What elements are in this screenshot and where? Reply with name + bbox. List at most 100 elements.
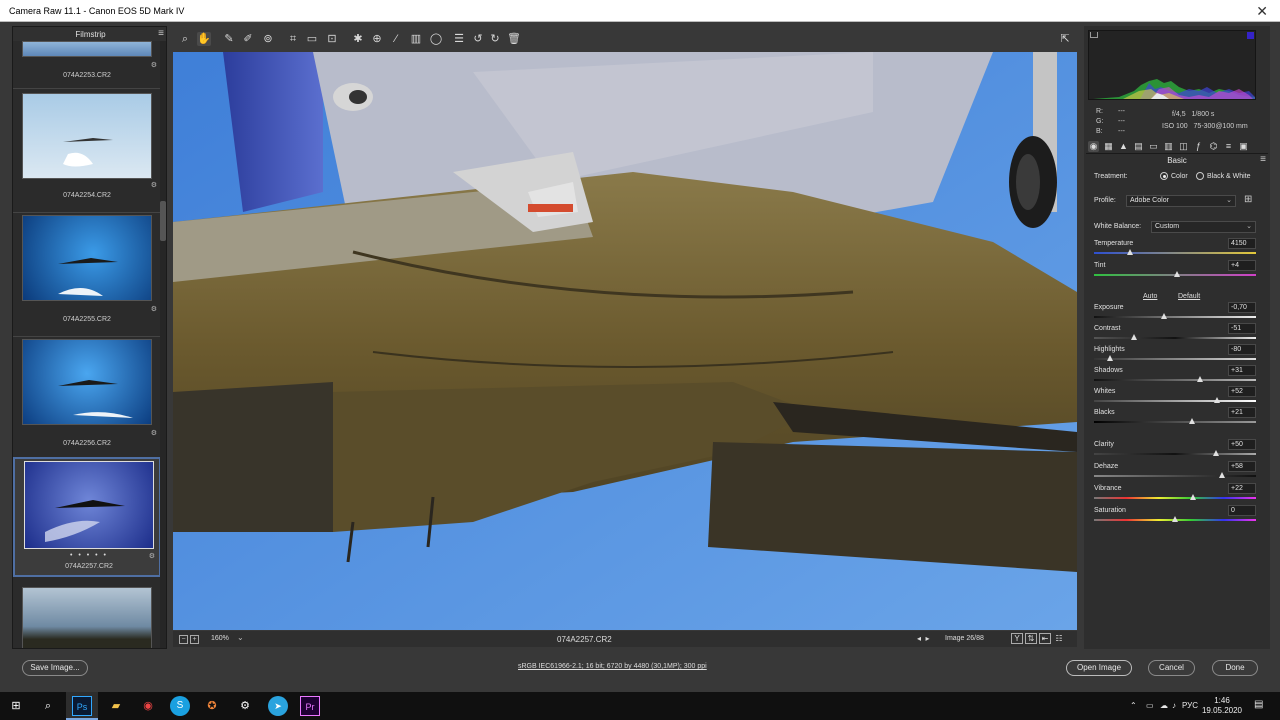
vibrance-handle[interactable]: [1189, 494, 1196, 500]
photoshop-icon[interactable]: Ps: [72, 696, 92, 716]
save-image-button[interactable]: Save Image...: [22, 660, 88, 676]
chevron-down-icon[interactable]: ⌄: [237, 633, 244, 642]
adjust-brush-icon[interactable]: ⁄: [389, 32, 403, 46]
profile-browser-icon[interactable]: ⊞: [1244, 194, 1252, 205]
contrast-value[interactable]: -51: [1228, 323, 1256, 334]
zoom-level[interactable]: 160%: [211, 635, 229, 642]
highlight-clipping-icon[interactable]: [1247, 32, 1254, 39]
rotate-left-icon[interactable]: ↺: [471, 32, 485, 46]
whites-track[interactable]: [1094, 400, 1256, 402]
copy-settings-icon[interactable]: ⇤: [1039, 633, 1051, 644]
volume-icon[interactable]: ♪: [1172, 701, 1176, 710]
tab-detail-icon[interactable]: ▲: [1118, 141, 1129, 152]
workflow-options-link[interactable]: sRGB IEC61966-2.1; 16 bit; 6720 by 4480 …: [518, 663, 707, 670]
spot-removal-icon[interactable]: ✱: [351, 32, 365, 46]
straighten-icon[interactable]: ▭: [305, 32, 319, 46]
blacks-value[interactable]: +21: [1228, 407, 1256, 418]
graduated-filter-icon[interactable]: ▥: [409, 32, 423, 46]
premiere-icon[interactable]: Pr: [300, 696, 320, 716]
skype-icon[interactable]: S: [170, 696, 190, 716]
clarity-track[interactable]: [1094, 453, 1256, 455]
language-indicator[interactable]: РУС: [1182, 701, 1198, 710]
tab-transform-icon[interactable]: ◫: [1178, 141, 1189, 152]
contrast-track[interactable]: [1094, 337, 1256, 339]
filmstrip-item[interactable]: [13, 583, 161, 648]
exposure-track[interactable]: [1094, 316, 1256, 318]
tab-snapshots-icon[interactable]: ▣: [1238, 141, 1249, 152]
done-button[interactable]: Done: [1212, 660, 1258, 676]
whites-handle[interactable]: [1214, 397, 1221, 403]
tab-tone-curve-icon[interactable]: ▦: [1103, 141, 1114, 152]
filmstrip-item[interactable]: ⚙ 074A2254.CR2: [13, 89, 161, 213]
filmstrip-menu-icon[interactable]: ≡: [158, 28, 164, 39]
highlights-track[interactable]: [1094, 358, 1256, 360]
dehaze-value[interactable]: +58: [1228, 461, 1256, 472]
tab-hsl-icon[interactable]: ▤: [1133, 141, 1144, 152]
telegram-icon[interactable]: ➤: [268, 696, 288, 716]
notifications-icon[interactable]: ▤: [1254, 699, 1263, 710]
profile-select[interactable]: Adobe Color ⌄: [1126, 195, 1236, 207]
auto-link[interactable]: Auto: [1143, 293, 1157, 300]
shadows-track[interactable]: [1094, 379, 1256, 381]
tab-effects-icon[interactable]: ƒ: [1193, 141, 1204, 152]
contrast-handle[interactable]: [1130, 334, 1137, 340]
red-eye-icon[interactable]: ⊕: [370, 32, 384, 46]
tint-handle[interactable]: [1173, 271, 1180, 277]
radial-filter-icon[interactable]: ◯: [429, 32, 443, 46]
presets-list-icon[interactable]: ☰: [452, 32, 466, 46]
white-balance-select[interactable]: Custom ⌄: [1151, 221, 1256, 233]
highlights-value[interactable]: -80: [1228, 344, 1256, 355]
chrome-icon[interactable]: ◉: [138, 696, 158, 716]
windows-start-icon[interactable]: ⊞: [6, 696, 26, 716]
hand-tool-icon[interactable]: ✋: [197, 32, 211, 46]
toggle-settings-icon[interactable]: ☷: [1053, 634, 1065, 645]
tray-chevron-icon[interactable]: ⌃: [1130, 701, 1137, 710]
transform-icon[interactable]: ⊡: [325, 32, 339, 46]
zoom-out-button[interactable]: −: [179, 635, 188, 644]
zoom-tool-icon[interactable]: ⌕: [178, 32, 192, 46]
open-image-button[interactable]: Open Image: [1066, 660, 1132, 676]
treatment-color-radio[interactable]: Color: [1160, 172, 1188, 180]
swap-settings-icon[interactable]: ⇅: [1025, 633, 1037, 644]
filmstrip-item[interactable]: ⚙ 074A2253.CR2: [13, 41, 161, 89]
tab-split-toning-icon[interactable]: ▭: [1148, 141, 1159, 152]
shadows-handle[interactable]: [1197, 376, 1204, 382]
blacks-handle[interactable]: [1189, 418, 1195, 424]
delete-icon[interactable]: 🗑: [507, 32, 521, 46]
target-adjust-icon[interactable]: ⊚: [261, 32, 275, 46]
tint-value[interactable]: +4: [1228, 260, 1256, 271]
zoom-in-button[interactable]: +: [190, 635, 199, 644]
treatment-bw-radio[interactable]: Black & White: [1196, 172, 1251, 180]
tool-app-icon[interactable]: ✪: [202, 696, 222, 716]
saturation-handle[interactable]: [1172, 516, 1178, 522]
shadow-clipping-icon[interactable]: [1090, 32, 1098, 38]
vibrance-track[interactable]: [1094, 497, 1256, 499]
fullscreen-icon[interactable]: ⇱: [1058, 32, 1072, 46]
system-clock[interactable]: 1:46 19.05.2020: [1200, 696, 1244, 716]
image-preview[interactable]: [173, 52, 1077, 630]
crop-tool-icon[interactable]: ⌗: [286, 32, 300, 46]
white-balance-icon[interactable]: ✎: [222, 32, 236, 46]
rotate-right-icon[interactable]: ↻: [488, 32, 502, 46]
tab-presets-icon[interactable]: ≡: [1223, 141, 1234, 152]
rating-stars[interactable]: • • • • •: [15, 552, 163, 559]
filmstrip-item[interactable]: ⚙ 074A2256.CR2: [13, 337, 161, 461]
network-icon[interactable]: ▭: [1146, 701, 1154, 710]
cancel-button[interactable]: Cancel: [1148, 660, 1195, 676]
tab-lens-icon[interactable]: ▥: [1163, 141, 1174, 152]
highlights-handle[interactable]: [1107, 355, 1114, 361]
onedrive-icon[interactable]: ☁: [1160, 701, 1168, 710]
search-icon[interactable]: ⌕: [38, 696, 58, 716]
tab-calibration-icon[interactable]: ⌬: [1208, 141, 1219, 152]
filmstrip-item[interactable]: ⚙ 074A2255.CR2: [13, 213, 161, 337]
panel-menu-icon[interactable]: ≡: [1260, 154, 1266, 165]
dehaze-handle[interactable]: [1218, 472, 1225, 478]
shadows-value[interactable]: +31: [1228, 365, 1256, 376]
settings-icon[interactable]: ⚙: [235, 696, 255, 716]
temperature-handle[interactable]: [1126, 249, 1133, 255]
next-image-icon[interactable]: ▸: [925, 634, 929, 643]
blacks-track[interactable]: [1094, 421, 1256, 423]
temperature-track[interactable]: [1094, 252, 1256, 254]
tab-basic-icon[interactable]: ◉: [1088, 141, 1099, 152]
clarity-handle[interactable]: [1212, 450, 1219, 456]
